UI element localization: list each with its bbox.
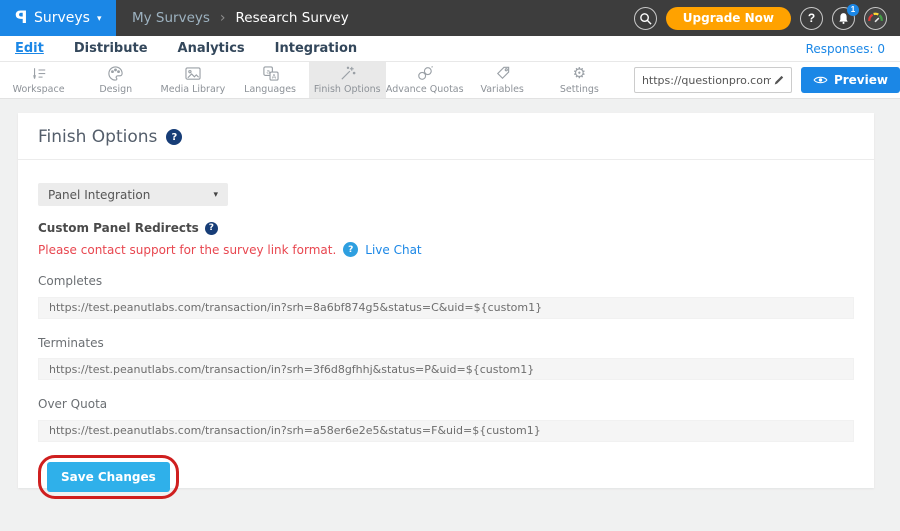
eye-icon xyxy=(813,75,828,85)
header-actions: Upgrade Now ? 1 xyxy=(634,0,900,36)
search-button[interactable] xyxy=(634,7,657,30)
support-note: Please contact support for the survey li… xyxy=(38,243,336,257)
translate-icon: aA xyxy=(262,66,279,82)
page-title: Finish Options xyxy=(38,127,157,147)
toolbar-label: Settings xyxy=(560,84,599,95)
main-area: Finish Options ? Panel Integration ▾ Cus… xyxy=(0,113,900,531)
dropdown-selected-value: Panel Integration xyxy=(48,188,150,202)
toolbar-label: Variables xyxy=(480,84,523,95)
tab-distribute[interactable]: Distribute xyxy=(74,41,148,56)
completes-field-group: Completes xyxy=(38,274,854,319)
breadcrumb-separator-icon: › xyxy=(220,10,226,26)
questionpro-logo-icon: P xyxy=(15,8,27,28)
edit-url-button[interactable] xyxy=(773,74,791,86)
chevron-down-icon: ▾ xyxy=(97,12,102,24)
question-icon: ? xyxy=(808,11,815,25)
upgrade-now-button[interactable]: Upgrade Now xyxy=(666,7,791,30)
notification-count-badge: 1 xyxy=(847,4,859,16)
toolbar-item-media-library[interactable]: Media Library xyxy=(154,62,231,98)
over-quota-url-input[interactable] xyxy=(38,420,854,442)
toolbar-item-finish-options[interactable]: Finish Options xyxy=(309,62,386,98)
terminates-label: Terminates xyxy=(38,336,854,350)
product-name: Surveys xyxy=(34,10,90,26)
terminates-field-group: Terminates xyxy=(38,336,854,381)
palette-icon xyxy=(107,66,124,82)
custom-panel-redirects-help-icon[interactable]: ? xyxy=(205,222,218,235)
magic-wand-icon xyxy=(339,66,356,82)
panel-integration-dropdown[interactable]: Panel Integration ▾ xyxy=(38,183,228,206)
workspace-icon xyxy=(30,66,48,82)
support-note-row: Please contact support for the survey li… xyxy=(38,242,854,257)
chain-links-icon xyxy=(416,66,434,82)
custom-panel-redirects-row: Custom Panel Redirects ? xyxy=(38,221,854,235)
tag-icon xyxy=(494,66,511,82)
breadcrumb: My Surveys › Research Survey xyxy=(132,0,349,36)
surveys-product-switcher[interactable]: P Surveys ▾ xyxy=(0,0,116,36)
help-button[interactable]: ? xyxy=(800,7,823,30)
toolbar-item-design[interactable]: Design xyxy=(77,62,154,98)
over-quota-field-group: Over Quota xyxy=(38,397,854,442)
finish-options-help-icon[interactable]: ? xyxy=(166,129,182,145)
toolbar-label: Workspace xyxy=(13,84,65,95)
survey-url-input[interactable] xyxy=(635,74,773,87)
pencil-icon xyxy=(773,74,785,86)
toolbar-label: Media Library xyxy=(161,84,226,95)
gear-icon: ⚙ xyxy=(573,66,586,82)
preview-label: Preview xyxy=(834,73,888,87)
completes-url-input[interactable] xyxy=(38,297,854,319)
responses-count: Responses: 0 xyxy=(806,42,885,56)
toolbar-label: Finish Options xyxy=(314,84,381,95)
toolbar-item-variables[interactable]: Variables xyxy=(464,62,541,98)
chevron-down-icon: ▾ xyxy=(213,190,218,200)
survey-url-box xyxy=(634,67,792,93)
toolbar-item-languages[interactable]: aA Languages xyxy=(232,62,309,98)
toolbar-label: Advance Quotas xyxy=(386,84,464,95)
toolbar-item-workspace[interactable]: Workspace xyxy=(0,62,77,98)
account-avatar[interactable] xyxy=(864,7,887,30)
notifications-button[interactable]: 1 xyxy=(832,7,855,30)
finish-options-card: Finish Options ? Panel Integration ▾ Cus… xyxy=(18,113,874,488)
tab-integration[interactable]: Integration xyxy=(275,41,357,56)
card-body: Panel Integration ▾ Custom Panel Redirec… xyxy=(18,160,874,499)
toolbar-item-advance-quotas[interactable]: Advance Quotas xyxy=(386,62,464,98)
section-label: Custom Panel Redirects xyxy=(38,221,199,235)
save-changes-button[interactable]: Save Changes xyxy=(47,462,170,492)
tab-analytics[interactable]: Analytics xyxy=(178,41,245,56)
completes-label: Completes xyxy=(38,274,854,288)
annotation-highlight: Save Changes xyxy=(38,455,179,499)
toolbar-label: Languages xyxy=(244,84,296,95)
preview-button[interactable]: Preview xyxy=(801,67,900,93)
top-header: P Surveys ▾ My Surveys › Research Survey… xyxy=(0,0,900,36)
search-icon xyxy=(639,12,652,25)
live-chat-icon[interactable]: ? xyxy=(343,242,358,257)
toolbar-item-settings[interactable]: ⚙ Settings xyxy=(541,62,618,98)
live-chat-link[interactable]: Live Chat xyxy=(365,243,421,257)
gauge-avatar-icon xyxy=(865,8,886,29)
terminates-url-input[interactable] xyxy=(38,358,854,380)
edit-toolbar: Workspace Design Media Library aA Langua… xyxy=(0,62,900,99)
survey-section-nav: Edit Distribute Analytics Integration Re… xyxy=(0,36,900,62)
breadcrumb-current-survey: Research Survey xyxy=(236,10,349,26)
toolbar-label: Design xyxy=(99,84,132,95)
image-icon xyxy=(184,66,202,82)
tab-edit[interactable]: Edit xyxy=(15,41,44,56)
breadcrumb-my-surveys[interactable]: My Surveys xyxy=(132,10,210,26)
card-header: Finish Options ? xyxy=(18,113,874,160)
over-quota-label: Over Quota xyxy=(38,397,854,411)
